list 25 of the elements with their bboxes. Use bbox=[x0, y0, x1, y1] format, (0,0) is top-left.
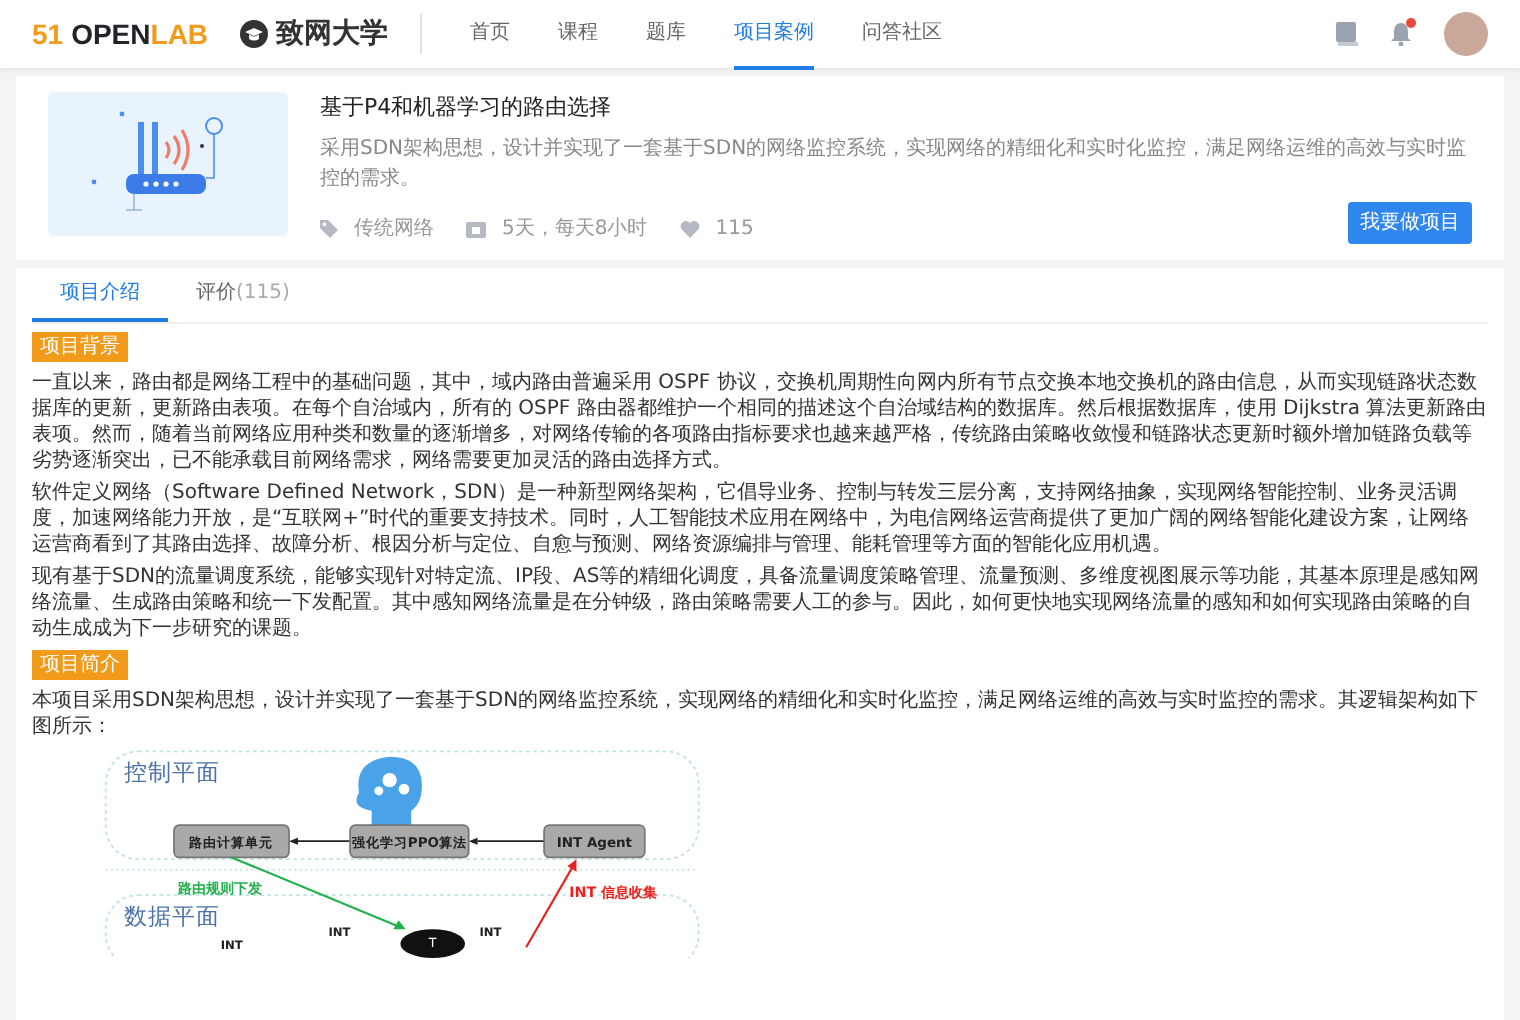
nav-link[interactable]: 问答社区 bbox=[862, 0, 943, 69]
paragraph: 一直以来，路由都是网络工程中的基础问题，其中，域内路由普遍采用 OSPF 协议，交换机周期性向网内所有节点交换本地交换机的路由信息，从而实现链路状态数据库的更新，更新路由表项。在每个自治域内，所有的 OSPF 路由器都维护一个相同的描述这个自治域结构的数据库。然后根据数据库，使用 Dijkstra 算法更新路由表项。然而，随着当前网络应用种类和数量的逐渐增多，对网络传输的各项路由指标要求也越来越严格，传统路由策略收敛慢和链路状态更新时额外增加链路负载等劣势逐渐突出，已不能承载目前网络需求，网络需要更加灵活的路由选择方式。 bbox=[32, 369, 1488, 473]
start-project-button[interactable]: 我要做项目 bbox=[1348, 201, 1472, 243]
paragraph: 软件定义网络（Software Defined Network，SDN）是一种新型网络架构，它倡导业务、控制与转发三层分离，支持网络抽象，实现网络智能控制、业务灵活调度，加速网络能力开放，是“互联网+”时代的重要支持技术。同时，人工智能技术应用在网络中，为电信网络运营商提供了更加广阔的网络智能化建设方案，让网络运营商看到了其路由选择、故障分析、根因分析与定位、自愈与预测、网络资源编排与管理、能耗管理等方面的智能化应用机遇。 bbox=[32, 479, 1472, 557]
duration-label: 5天，每天8小时 bbox=[502, 215, 648, 243]
tab[interactable]: 项目介绍 bbox=[32, 267, 168, 321]
nav-link[interactable]: 课程 bbox=[558, 0, 599, 69]
nav-link[interactable]: 首页 bbox=[470, 0, 511, 69]
category-label: 传统网络 bbox=[354, 215, 434, 243]
plane-label: 数据平面 bbox=[123, 900, 220, 929]
section-heading: 项目背景 bbox=[32, 331, 128, 361]
tab[interactable]: 评价(115) bbox=[168, 267, 318, 321]
brand-logo[interactable]: 51 OPENLAB bbox=[32, 13, 209, 55]
likes-count: 115 bbox=[715, 215, 754, 243]
paragraph: 现有基于SDN的流量调度系统，能够实现针对特定流、IP段、AS等的精细化调度，具备流量调度策略管理、流量预测、多维度视图展示等功能，其基本原理是感知网络流量、生成路由策略和统一下发配置。其中感知网络流量是在分钟级，路由策略需要人工的参与。因此，如何更快地实现网络流量的感知和如何实现路由策略的自动生成成为下一步研究的课题。 bbox=[32, 563, 1482, 641]
nav-link[interactable]: 项目案例 bbox=[734, 0, 815, 69]
nav-link[interactable]: 题库 bbox=[646, 0, 687, 69]
plane-label: 控制平面 bbox=[123, 757, 220, 786]
project-title: 基于P4和机器学习的路由选择 bbox=[320, 92, 614, 124]
school-name: 致网大学 bbox=[276, 15, 389, 53]
arrow-label: INT 信息收集 bbox=[569, 881, 658, 900]
project-description: 采用SDN架构思想，设计并实现了一套基于SDN的网络监控系统，实现网络的精细化和实时化监控，满足网络运维的高效与实时监控的需求。 bbox=[320, 135, 1469, 193]
section-heading: 项目简介 bbox=[32, 649, 128, 679]
arrow-label: 路由规则下发 bbox=[177, 878, 262, 897]
paragraph: 本项目采用SDN架构思想，设计并实现了一套基于SDN的网络监控系统，实现网络的精细化和实时化监控，满足网络运维的高效与实时监控的需求。其逻辑架构如下图所示： bbox=[32, 687, 1481, 739]
